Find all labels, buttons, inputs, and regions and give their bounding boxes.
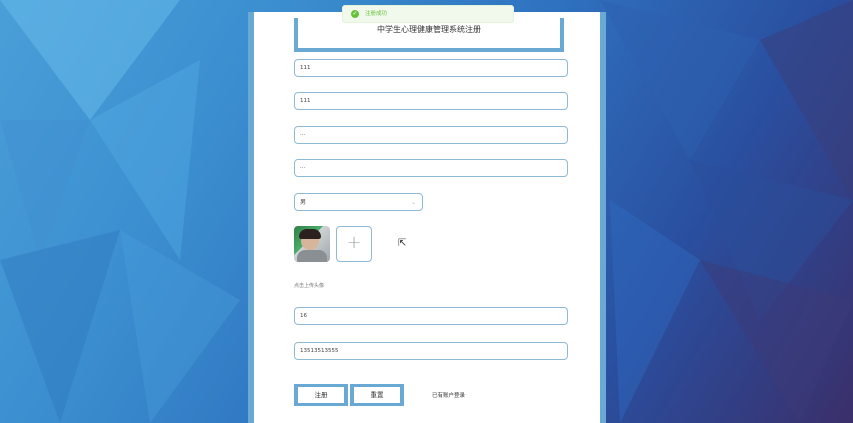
mouse-cursor-icon: ⇱ [398,238,407,249]
register-button[interactable]: 注册 [294,384,348,406]
toast-message: 注册成功 [365,11,388,17]
page-title: 中学生心理健康管理系统注册 [294,18,564,52]
success-toast: ✓ 注册成功 [342,5,514,23]
check-circle-icon: ✓ [351,10,359,18]
chevron-down-icon: ⌄ [410,199,416,206]
gender-select-value: 男 [300,199,307,206]
login-link[interactable]: 已有账户登录 [432,391,465,399]
phone-input[interactable]: 13513513555 [294,342,568,360]
name-input[interactable]: 111 [294,92,568,110]
age-input[interactable]: 16 [294,307,568,325]
username-input[interactable]: 111 [294,59,568,77]
register-card: 中学生心理健康管理系统注册 111 111 ··· ··· 男 ⌄ + 点击上传… [248,12,606,423]
confirm-password-input[interactable]: ··· [294,159,568,177]
plus-icon: + [346,232,362,253]
reset-button[interactable]: 重置 [350,384,404,406]
upload-hint: 点击上传头像 [294,283,325,289]
avatar [294,226,330,262]
register-button-label: 注册 [298,387,344,403]
gender-select[interactable]: 男 ⌄ [294,193,423,211]
password-input[interactable]: ··· [294,126,568,144]
reset-button-label: 重置 [354,387,400,403]
upload-avatar-button[interactable]: + [336,226,372,262]
